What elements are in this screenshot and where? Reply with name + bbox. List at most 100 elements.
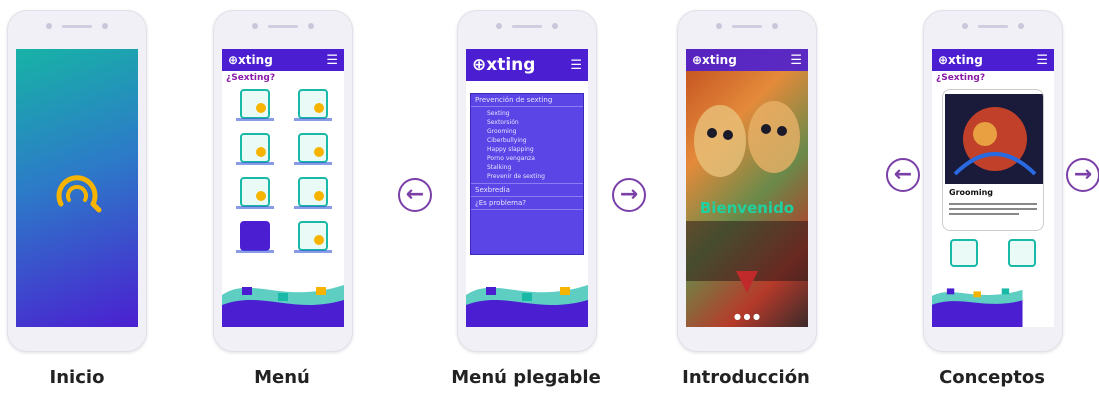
camera-icon [240, 177, 270, 207]
sensor-dot [1018, 23, 1024, 29]
camera-dot [252, 23, 258, 29]
menu-section-problema[interactable]: ¿Es problema? [471, 196, 583, 210]
phone-menu-plegable: ⊕xting ☰ Prevención de sexting Sexting S… [457, 10, 597, 352]
concept-tile[interactable] [232, 177, 276, 213]
hamburger-menu-icon[interactable]: ☰ [570, 58, 582, 73]
app-logo: ⊕xting [228, 53, 273, 67]
app-header: ⊕xting ☰ [932, 49, 1054, 71]
concept-tile[interactable] [290, 177, 334, 213]
badge-dot [256, 103, 266, 113]
app-header: ⊕xting ☰ [686, 49, 808, 71]
hamburger-menu-icon[interactable]: ☰ [1036, 53, 1048, 68]
concept-tile[interactable] [290, 89, 334, 125]
phone-icon [298, 89, 328, 119]
app-logo: ⊕xting [938, 53, 983, 67]
dropdown-menu: Prevención de sexting Sexting Sextorsión… [470, 93, 584, 255]
caption-conceptos: Conceptos [939, 367, 1045, 388]
badge-dot [314, 147, 324, 157]
app-logo: ⊕xting [472, 55, 536, 75]
menu-item-list: Sexting Sextorsión Grooming Ciberbullyin… [471, 107, 583, 183]
menu-item[interactable]: Ciberbullying [487, 136, 583, 145]
menu-item[interactable]: Stalking [487, 163, 583, 172]
carousel-dots[interactable]: ● ● ● [686, 312, 808, 321]
sensor-dot [308, 23, 314, 29]
intro-screen: ⊕xting ☰ Bienvenido ● ● ● [686, 49, 808, 327]
next-arrow-icon[interactable]: → [1066, 158, 1099, 192]
menu-screen: ⊕xting ☰ ¿Sexting? [222, 49, 344, 327]
menu-section-prevencion[interactable]: Prevención de sexting [471, 94, 583, 107]
phone-icon [240, 89, 270, 119]
concept-icon-row [946, 239, 1040, 269]
badge-dot [314, 103, 324, 113]
app-logo-icon [56, 175, 102, 213]
menu-item[interactable]: Porno venganza [487, 154, 583, 163]
phone-inicio [7, 10, 147, 352]
tile-label [294, 250, 332, 253]
prev-arrow-icon[interactable]: ← [886, 158, 920, 192]
menu-item[interactable]: Grooming [487, 127, 583, 136]
painting-illustration [686, 101, 808, 293]
welcome-overlay: Bienvenido [699, 199, 795, 217]
concept-tile[interactable] [232, 221, 276, 257]
menu-section-sexbredia[interactable]: Sexbredia [471, 183, 583, 196]
caption-inicio: Inicio [49, 367, 105, 388]
concept-tile[interactable] [290, 221, 334, 257]
prev-arrow-icon[interactable]: ← [398, 178, 432, 212]
tile-label [236, 250, 274, 253]
caption-menu: Menú [254, 367, 310, 388]
tile-label [294, 162, 332, 165]
menu-item[interactable]: Sextorsión [487, 118, 583, 127]
phone-conceptos: ⊕xting ☰ ¿Sexting? Grooming [923, 10, 1063, 352]
card-text-lines [949, 200, 1037, 218]
page-subtitle: ¿Sexting? [226, 73, 276, 83]
speaker-slot [268, 25, 298, 28]
phone-menu: ⊕xting ☰ ¿Sexting? [213, 10, 353, 352]
concepts-screen: ⊕xting ☰ ¿Sexting? Grooming [932, 49, 1054, 327]
person-icon[interactable] [950, 239, 978, 267]
app-header: ⊕xting ☰ [222, 49, 344, 71]
collapsible-menu-screen: ⊕xting ☰ Prevención de sexting Sexting S… [466, 49, 588, 327]
speaker-slot [512, 25, 542, 28]
speaker-slot [978, 25, 1008, 28]
phone-icon [298, 221, 328, 251]
tile-label [236, 162, 274, 165]
concept-illustration [945, 94, 1043, 184]
camera-dot [716, 23, 722, 29]
badge-dot [256, 147, 266, 157]
bottom-wave [222, 285, 344, 327]
menu-item[interactable]: Happy slapping [487, 145, 583, 154]
sensor-dot [552, 23, 558, 29]
sensor-dot [772, 23, 778, 29]
group-icon[interactable] [1008, 239, 1036, 267]
concept-tile[interactable] [232, 133, 276, 169]
tile-label [294, 118, 332, 121]
camera-dot [962, 23, 968, 29]
splash-screen [16, 49, 138, 327]
group-icon [298, 133, 328, 163]
menu-item[interactable]: Prevenir de sexting [487, 172, 583, 181]
page-subtitle: ¿Sexting? [936, 73, 986, 83]
concept-tile[interactable] [232, 89, 276, 125]
caption-menu-plegable: Menú plegable [451, 367, 601, 388]
app-logo: ⊕xting [692, 53, 737, 67]
speaker-slot [62, 25, 92, 28]
phone-introduccion: ⊕xting ☰ Bienvenido ● ● ● [677, 10, 817, 352]
speaker-slot [732, 25, 762, 28]
card-title: Grooming [949, 188, 994, 197]
menu-item[interactable]: Sexting [487, 109, 583, 118]
concept-card[interactable]: Grooming [942, 89, 1044, 231]
tile-label [294, 206, 332, 209]
camera-dot [46, 23, 52, 29]
hamburger-menu-icon[interactable]: ☰ [790, 53, 802, 68]
tile-label [236, 206, 274, 209]
sensor-dot [102, 23, 108, 29]
concept-tile[interactable] [290, 133, 334, 169]
chat-icon [240, 221, 270, 251]
hamburger-menu-icon[interactable]: ☰ [326, 53, 338, 68]
badge-dot [314, 235, 324, 245]
badge-dot [256, 191, 266, 201]
caption-introduccion: Introducción [682, 367, 810, 388]
person-icon [298, 177, 328, 207]
next-arrow-icon[interactable]: → [612, 178, 646, 212]
concept-icon-grid [232, 89, 334, 257]
